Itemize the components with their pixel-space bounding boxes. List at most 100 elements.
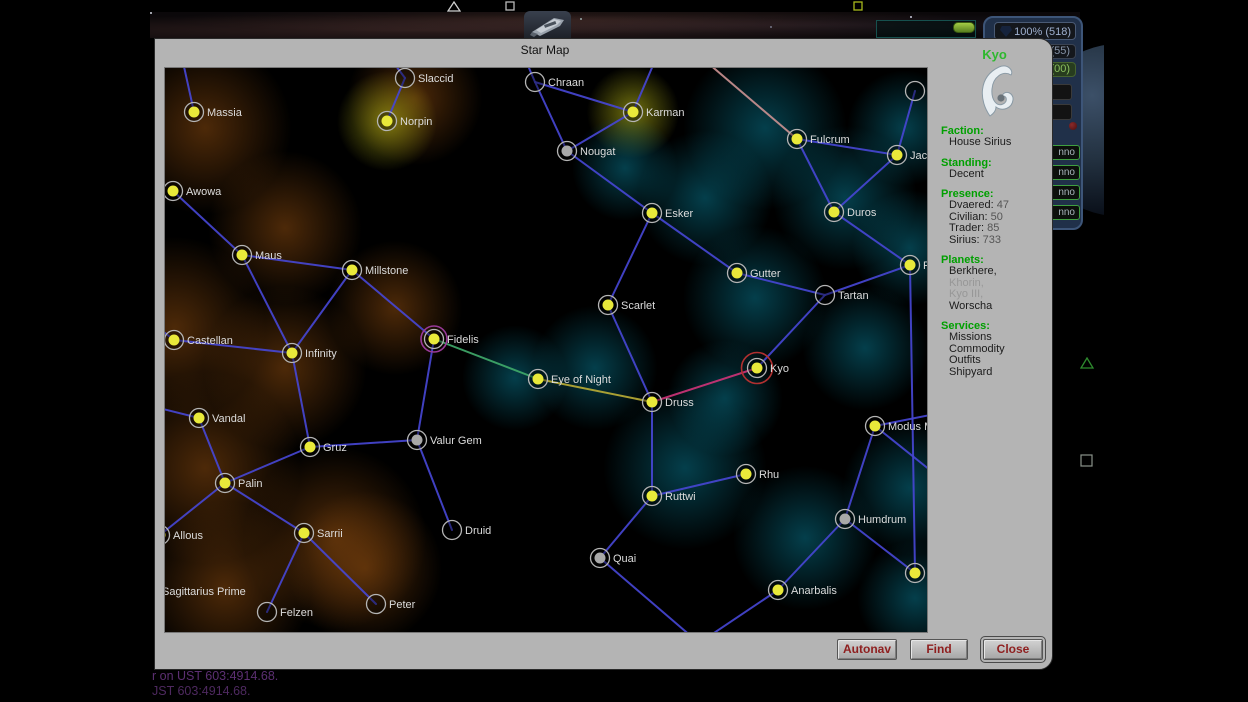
window-title: Star Map	[164, 41, 926, 59]
star-label: Gutter	[750, 268, 781, 280]
star-label: Allous	[173, 530, 203, 542]
star-allous[interactable]: Allous	[165, 526, 203, 545]
star-fidelis[interactable]: Fidelis	[421, 326, 479, 352]
hyperlane-sarrii-peter	[304, 533, 376, 604]
star-sarrii[interactable]: Sarrii	[295, 524, 343, 543]
star-quai[interactable]: Quai	[591, 549, 637, 568]
star-slaccid[interactable]: Slaccid	[396, 69, 454, 88]
star-infinity[interactable]: Infinity	[283, 344, 338, 363]
star-label: Jac	[910, 150, 927, 162]
star-label: Maus	[255, 250, 282, 262]
standing-label: Standing:	[941, 157, 1054, 169]
hyperlane-sarrii-felzen	[267, 533, 304, 612]
star-f_east[interactable]: F	[901, 256, 928, 275]
hyperlane-palin-sarrii	[225, 483, 304, 533]
star-label: Anarbalis	[791, 585, 837, 597]
star-edge_east[interactable]	[906, 564, 925, 583]
star-duros[interactable]: Duros	[825, 203, 877, 222]
hyperlane-fulcrum-duros	[797, 139, 834, 212]
ship-icon[interactable]	[524, 11, 571, 40]
star-label: Kyo	[770, 363, 789, 375]
star-label: F	[923, 260, 927, 272]
star-jac[interactable]: Jac	[888, 146, 928, 165]
find-button[interactable]: Find	[910, 639, 968, 660]
star-esker[interactable]: Esker	[643, 204, 694, 223]
planet-item: Worscha	[949, 301, 1054, 313]
star-valurgem[interactable]: Valur Gem	[408, 431, 482, 450]
hyperlane-jac-duros	[834, 155, 897, 212]
hyperlane-infinity-gruz	[292, 353, 310, 447]
log-line-2: JST 603:4914.68.	[152, 684, 278, 699]
star-scarlet[interactable]: Scarlet	[599, 296, 656, 315]
star-millstone[interactable]: Millstone	[343, 261, 409, 280]
hyperlane-humdrum-edge_east	[845, 519, 915, 573]
star-label: Druss	[665, 397, 694, 409]
star-label: Sagittarius Prime	[165, 586, 246, 598]
hyperlane-ruttwi-quai	[600, 496, 652, 558]
autonav-button[interactable]: Autonav	[837, 639, 897, 660]
star-label: Awowa	[186, 186, 222, 198]
star-nougat[interactable]: Nougat	[558, 142, 616, 161]
star-humdrum[interactable]: Humdrum	[836, 510, 907, 529]
star-label: Rhu	[759, 469, 779, 481]
log-line-1: r on UST 603:4914.68.	[152, 669, 278, 684]
star-awowa[interactable]: Awowa	[165, 182, 222, 201]
hyperlane-anarbalis-humdrum	[778, 519, 845, 590]
star-label: Infinity	[305, 348, 337, 360]
star-kyo[interactable]: Kyo	[742, 353, 789, 384]
hyperlane-esker-scarlet	[608, 213, 652, 305]
hyperlane-chraan-nougat	[535, 82, 567, 151]
star-ruttwi[interactable]: Ruttwi	[643, 487, 696, 506]
star-norpin[interactable]: Norpin	[378, 112, 433, 131]
star-druss[interactable]: Druss	[643, 393, 695, 412]
star-gutter[interactable]: Gutter	[728, 264, 781, 283]
hyperlane-scarlet-druss	[608, 305, 652, 402]
star-label: Norpin	[400, 116, 432, 128]
radar-square-icon	[1080, 454, 1094, 468]
star-label: Slaccid	[418, 73, 453, 85]
hyperlane-awowa-maus	[173, 191, 242, 255]
radar-triangle-icon	[1080, 357, 1095, 370]
star-label: Nougat	[580, 146, 615, 158]
hyperlane-nougat-esker	[567, 151, 652, 213]
hyperlane-a_bottom-anarbalis	[699, 590, 778, 632]
target-triangle-icon	[447, 1, 461, 12]
star-eyeofnight[interactable]: Eye of Night	[529, 370, 611, 389]
star-druid[interactable]: Druid	[443, 521, 492, 540]
star-label: Castellan	[187, 335, 233, 347]
game-screen: 100% (518) (55) (00) nnonnonnonno Star M…	[0, 0, 1248, 702]
star-modusm[interactable]: Modus M	[866, 417, 928, 436]
star-label: Chraan	[548, 77, 584, 89]
system-name: Kyo	[935, 47, 1054, 62]
star-vandal[interactable]: Vandal	[190, 409, 246, 428]
status-led	[953, 22, 975, 33]
star-gruz[interactable]: Gruz	[301, 438, 347, 457]
star-fulcrum[interactable]: Fulcrum	[788, 130, 850, 149]
service-item: Missions	[949, 332, 1054, 344]
star-anarbalis[interactable]: Anarbalis	[769, 581, 838, 600]
star-edge_top[interactable]	[906, 82, 925, 101]
hyperlane-a_salmon-fulcrum	[702, 68, 797, 139]
hyperlane-modusm-humdrum	[845, 426, 875, 519]
star-label: Modus M	[888, 421, 927, 433]
star-karman[interactable]: Karman	[624, 103, 685, 122]
star-massia[interactable]: Massia	[185, 103, 243, 122]
star-peter[interactable]: Peter	[367, 595, 416, 614]
star-label: Esker	[665, 208, 693, 220]
star-castellan[interactable]: Castellan	[165, 331, 233, 350]
star-map-canvas[interactable]: Massia Slaccid Norpin Chraan Karman Nougat Ful…	[164, 67, 928, 633]
star-maus[interactable]: Maus	[233, 246, 283, 265]
star-chraan[interactable]: Chraan	[526, 73, 585, 92]
star-label: Gruz	[323, 442, 347, 454]
service-item: Shipyard	[949, 367, 1054, 379]
star-label: Sarrii	[317, 528, 343, 540]
star-label: Eye of Night	[551, 374, 611, 386]
star-felzen[interactable]: Felzen	[258, 603, 314, 622]
star-rhu[interactable]: Rhu	[737, 465, 780, 484]
message-log: r on UST 603:4914.68.JST 603:4914.68.	[152, 669, 278, 699]
star-label: Druid	[465, 525, 491, 537]
close-button[interactable]: Close	[983, 639, 1043, 660]
planet-item: Berkhere,	[949, 266, 1054, 278]
star-label: Millstone	[365, 265, 408, 277]
star-label: Valur Gem	[430, 435, 482, 447]
